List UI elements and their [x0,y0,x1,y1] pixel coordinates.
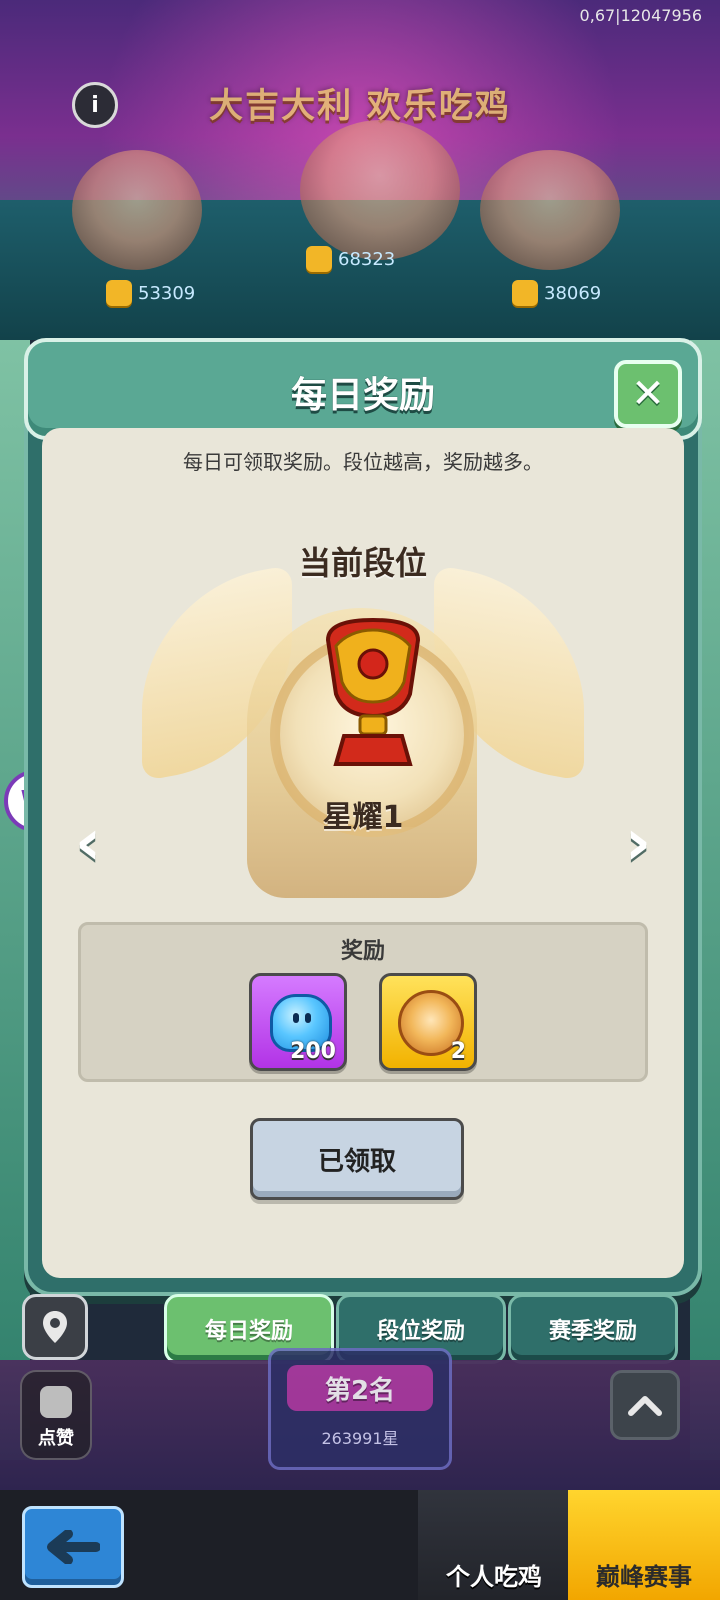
daily-reward-modal: 每日奖励 ✕ 每日可领取奖励。段位越高，奖励越多。 当前段位 星耀1 ‹ › 奖… [24,338,702,1296]
character-portrait-right [480,150,620,270]
current-rank-label: 当前段位 [298,544,427,582]
thumbs-up-icon [106,280,132,306]
top-right-stat: 0,67|12047956 [579,6,702,25]
likes-value: 68323 [338,248,396,270]
ghost-eye-right [305,1013,311,1023]
rank-emblem: 当前段位 星耀1 [42,538,684,918]
rank-badge-title: 第2名 [287,1365,433,1411]
likes-value: 38069 [544,282,602,304]
claimed-button[interactable]: 已领取 [250,1118,464,1200]
reward-count: 2 [450,1039,466,1064]
trophy-icon [325,618,421,766]
reward-item-1[interactable]: 200 [249,973,347,1071]
reward-title: 奖励 [340,939,385,964]
previous-rank-arrow[interactable]: ‹ [66,806,110,880]
location-button[interactable] [22,1294,88,1360]
like-label: 点赞 [38,1428,74,1449]
chevron-up-icon [628,1396,662,1416]
modal-body: 每日可领取奖励。段位越高，奖励越多。 当前段位 星耀1 ‹ › 奖励 200 2… [42,428,684,1278]
thumbs-up-icon [512,280,538,306]
rank-badge-subtitle: 263991星 [321,1429,399,1448]
likes-count-right: 38069 [512,280,601,306]
info-icon: i [91,92,99,118]
likes-count-center: 68323 [306,246,395,272]
tab-season-reward[interactable]: 赛季奖励 [508,1294,678,1364]
like-button[interactable]: 点赞 [20,1370,92,1460]
reward-description: 每日可领取奖励。段位越高，奖励越多。 [183,450,543,474]
mode-tab-peak[interactable]: 巅峰赛事 [568,1490,720,1600]
close-icon: ✕ [631,371,665,417]
map-pin-icon [43,1311,67,1343]
thumbs-up-icon [306,246,332,272]
character-portrait-left [72,150,202,270]
likes-value: 53309 [138,282,196,304]
close-button[interactable]: ✕ [614,360,682,428]
info-button[interactable]: i [72,82,118,128]
bottom-navigation-bar: 个人吃鸡 巅峰赛事 [0,1490,720,1600]
rank-badge-panel: 第2名 263991星 [268,1348,452,1470]
reward-item-2[interactable]: 2 [379,973,477,1071]
chevron-right-icon: › [624,806,652,880]
back-button[interactable] [22,1506,124,1588]
character-portrait-center [300,120,460,260]
likes-count-left: 53309 [106,280,195,306]
modal-header: 每日奖励 ✕ [24,338,702,440]
reward-count: 200 [290,1039,336,1064]
next-rank-arrow[interactable]: › [616,806,660,880]
event-banner-text: 大吉大利 欢乐吃鸡 [209,86,511,126]
mode-tab-label: 巅峰赛事 [596,1563,692,1591]
ghost-eye-left [293,1013,299,1023]
mode-tab-personal[interactable]: 个人吃鸡 [418,1490,570,1600]
mode-tab-label: 个人吃鸡 [446,1563,542,1591]
rank-name: 星耀1 [322,800,404,835]
thumbs-up-icon [40,1386,72,1418]
reward-panel: 奖励 200 2 [78,922,648,1082]
arrow-left-icon [47,1530,100,1564]
chevron-left-icon: ‹ [74,806,102,880]
modal-title: 每日奖励 [290,375,435,416]
scroll-up-button[interactable] [610,1370,680,1440]
